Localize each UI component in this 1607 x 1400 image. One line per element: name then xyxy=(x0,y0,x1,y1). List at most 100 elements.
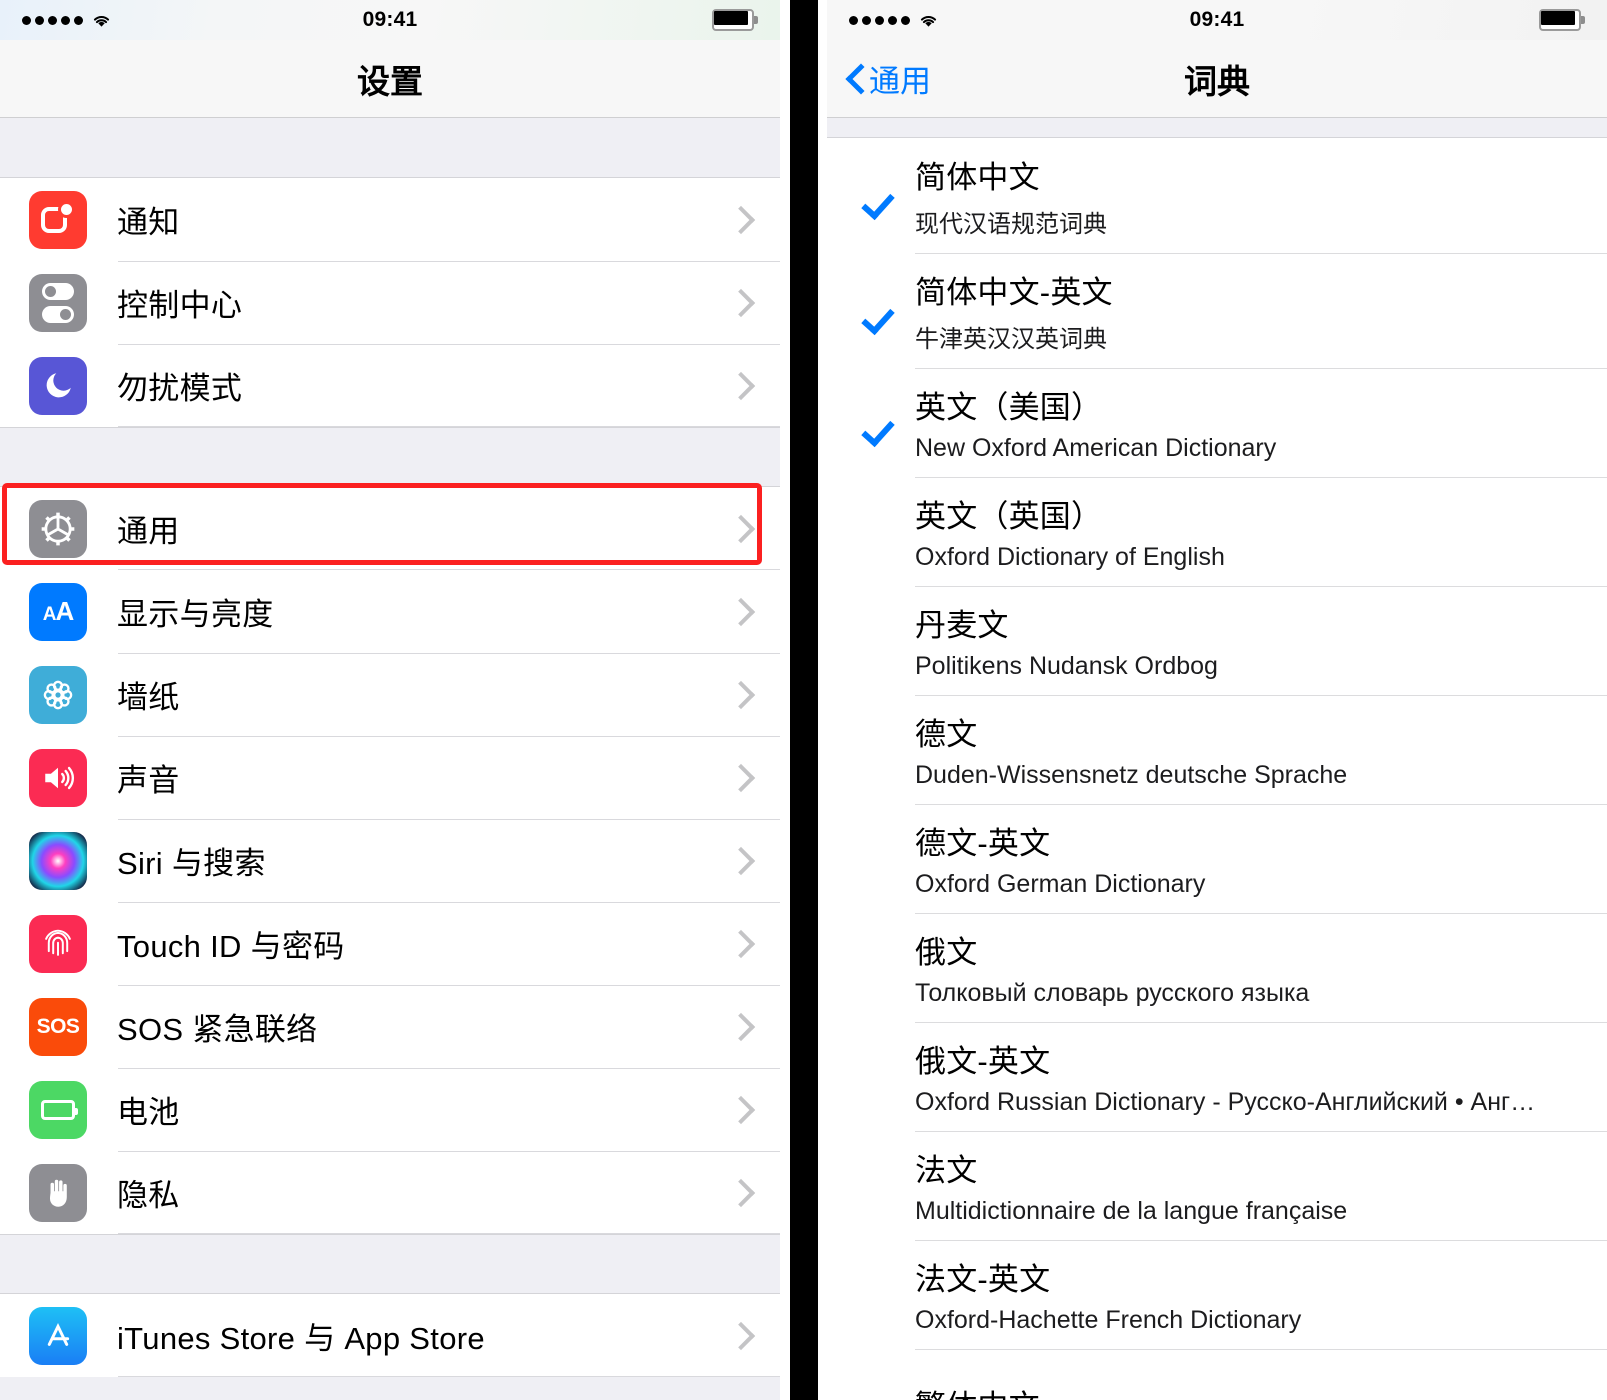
sidebar-item-do-not-disturb[interactable]: 勿扰模式 xyxy=(0,344,780,427)
sidebar-item-general[interactable]: 通用 xyxy=(0,487,780,570)
settings-row-label: SOS 紧急联络 xyxy=(117,1012,318,1047)
chevron-right-icon xyxy=(731,931,746,957)
sidebar-item-siri-search[interactable]: Siri 与搜索 xyxy=(0,819,780,902)
dictionary-title: 繁体中文 xyxy=(915,1381,1040,1400)
dictionary-list[interactable]: 简体中文 现代汉语规范词典 简体中文-英文 牛津英汉汉英词典 英文（美国） Ne… xyxy=(827,118,1607,1400)
touch-id-fingerprint-icon xyxy=(29,914,87,973)
list-item[interactable]: 简体中文 现代汉语规范词典 xyxy=(827,138,1607,253)
settings-row-label: 声音 xyxy=(117,763,180,798)
settings-row-label: 电池 xyxy=(117,1095,180,1130)
dictionary-nav-bar: 通用 词典 xyxy=(827,40,1607,118)
dictionary-title: 英文（英国） xyxy=(915,499,1103,534)
checkmark-icon xyxy=(863,1057,915,1097)
checkmark-icon xyxy=(863,512,915,552)
list-item[interactable]: 俄文-英文 Oxford Russian Dictionary - Русско… xyxy=(827,1022,1607,1131)
sidebar-item-notifications[interactable]: 通知 xyxy=(0,178,780,261)
chevron-right-icon xyxy=(731,516,746,542)
dictionary-subtitle: New Oxford American Dictionary xyxy=(915,434,1277,462)
checkmark-icon xyxy=(863,291,915,331)
general-row-highlight-wrapper: 通用 xyxy=(0,483,780,570)
siri-icon xyxy=(29,831,87,890)
list-item[interactable]: 英文（英国） Oxford Dictionary of English xyxy=(827,477,1607,586)
chevron-right-icon xyxy=(731,1180,746,1206)
chevron-right-icon xyxy=(731,682,746,708)
back-button[interactable]: 通用 xyxy=(847,56,931,101)
sidebar-item-battery[interactable]: 电池 xyxy=(0,1068,780,1151)
chevron-right-icon xyxy=(731,290,746,316)
sidebar-item-display-brightness[interactable]: AA 显示与亮度 xyxy=(0,570,780,653)
checkmark-icon xyxy=(863,176,915,216)
battery-full-icon xyxy=(1539,9,1585,31)
dictionary-screen: 09:41 通用 词典 简体中文 现代汉语规范词典 简体中文-英文 牛津英汉汉英… xyxy=(827,0,1607,1400)
dictionary-title: 德文 xyxy=(915,717,978,752)
settings-row-label: 显示与亮度 xyxy=(117,597,274,632)
list-item[interactable]: 英文（美国） New Oxford American Dictionary xyxy=(827,368,1607,477)
settings-nav-bar: 设置 xyxy=(0,40,780,118)
dictionary-subtitle: Oxford-Hachette French Dictionary xyxy=(915,1306,1302,1334)
battery-icon xyxy=(29,1080,87,1139)
dictionary-subtitle: Толковый словарь русского языка xyxy=(915,979,1310,1007)
settings-row-label: 控制中心 xyxy=(117,288,243,323)
chevron-right-icon xyxy=(731,1097,746,1123)
dictionary-title: 丹麦文 xyxy=(915,608,1009,643)
display-brightness-aa-icon: AA xyxy=(29,582,87,641)
settings-row-label: 隐私 xyxy=(117,1178,180,1213)
sidebar-item-privacy[interactable]: 隐私 xyxy=(0,1151,780,1234)
list-section-gap xyxy=(0,1234,780,1294)
battery-full-icon xyxy=(712,9,758,31)
sound-speaker-icon xyxy=(29,748,87,807)
sos-icon: SOS xyxy=(29,997,87,1056)
sidebar-item-touch-id-passcode[interactable]: Touch ID 与密码 xyxy=(0,902,780,985)
checkmark-icon xyxy=(863,1383,915,1400)
pane-divider xyxy=(780,0,827,1400)
page-title: 词典 xyxy=(1184,62,1250,100)
settings-group-1: 通知 控制中心 勿扰模式 xyxy=(0,178,780,427)
list-item[interactable]: 法文 Multidictionnaire de la langue frança… xyxy=(827,1131,1607,1240)
sidebar-item-control-center[interactable]: 控制中心 xyxy=(0,261,780,344)
settings-screen: 09:41 设置 通知 控制中心 勿扰模式 通用 AA 显示与亮度 墙纸 声音 … xyxy=(0,0,780,1400)
divider-bar xyxy=(789,0,818,1400)
settings-group-3: iTunes Store 与 App Store xyxy=(0,1294,780,1377)
list-section-gap xyxy=(0,118,780,178)
status-bar-left: 09:41 xyxy=(0,0,780,40)
sidebar-item-emergency-sos[interactable]: SOS SOS 紧急联络 xyxy=(0,985,780,1068)
settings-row-label: 勿扰模式 xyxy=(117,371,243,406)
dictionary-title: 简体中文-英文 xyxy=(915,275,1113,310)
sidebar-item-itunes-app-store[interactable]: iTunes Store 与 App Store xyxy=(0,1294,780,1377)
settings-group-2: 通用 AA 显示与亮度 墙纸 声音 Siri 与搜索 Touch ID 与密码 … xyxy=(0,483,780,1234)
status-bar-right: 09:41 xyxy=(827,0,1607,40)
checkmark-icon xyxy=(863,948,915,988)
dictionary-subtitle: 现代汉语规范词典 xyxy=(915,211,1107,238)
list-item[interactable]: 丹麦文 Politikens Nudansk Ordbog xyxy=(827,586,1607,695)
list-item[interactable]: 法文-英文 Oxford-Hachette French Dictionary xyxy=(827,1240,1607,1349)
sidebar-item-sounds[interactable]: 声音 xyxy=(0,736,780,819)
list-section-gap xyxy=(827,118,1607,138)
dictionary-title: 英文（美国） xyxy=(915,390,1103,425)
back-button-label: 通用 xyxy=(869,64,931,99)
dual-phone-screenshot: 09:41 设置 通知 控制中心 勿扰模式 通用 AA 显示与亮度 墙纸 声音 … xyxy=(0,0,1607,1400)
settings-row-label: 通知 xyxy=(117,205,180,240)
app-store-icon xyxy=(29,1306,87,1365)
settings-list[interactable]: 通知 控制中心 勿扰模式 通用 AA 显示与亮度 墙纸 声音 Siri 与搜索 … xyxy=(0,118,780,1400)
chevron-right-icon xyxy=(731,1323,746,1349)
list-item[interactable]: 德文 Duden-Wissensnetz deutsche Sprache xyxy=(827,695,1607,804)
dictionary-title: 俄文 xyxy=(915,935,978,970)
dictionary-title: 德文-英文 xyxy=(915,826,1051,861)
settings-row-label: 墙纸 xyxy=(117,680,180,715)
sidebar-item-wallpaper[interactable]: 墙纸 xyxy=(0,653,780,736)
chevron-right-icon xyxy=(731,599,746,625)
list-item[interactable]: 俄文 Толковый словарь русского языка xyxy=(827,913,1607,1022)
chevron-right-icon xyxy=(731,765,746,791)
status-bar-time: 09:41 xyxy=(1189,8,1245,31)
list-item[interactable]: 德文-英文 Oxford German Dictionary xyxy=(827,804,1607,913)
notifications-icon xyxy=(29,190,87,249)
wallpaper-flower-icon xyxy=(29,665,87,724)
dictionary-subtitle: Oxford Russian Dictionary - Русско-Англи… xyxy=(915,1088,1536,1116)
do-not-disturb-moon-icon xyxy=(29,356,87,415)
dictionary-subtitle: Duden-Wissensnetz deutsche Sprache xyxy=(915,761,1348,789)
dictionary-subtitle: Politikens Nudansk Ordbog xyxy=(915,652,1218,680)
dictionary-subtitle: Oxford German Dictionary xyxy=(915,870,1206,898)
list-item[interactable]: 繁体中文 xyxy=(827,1349,1607,1400)
dictionary-title: 法文-英文 xyxy=(915,1262,1051,1297)
list-item[interactable]: 简体中文-英文 牛津英汉汉英词典 xyxy=(827,253,1607,368)
